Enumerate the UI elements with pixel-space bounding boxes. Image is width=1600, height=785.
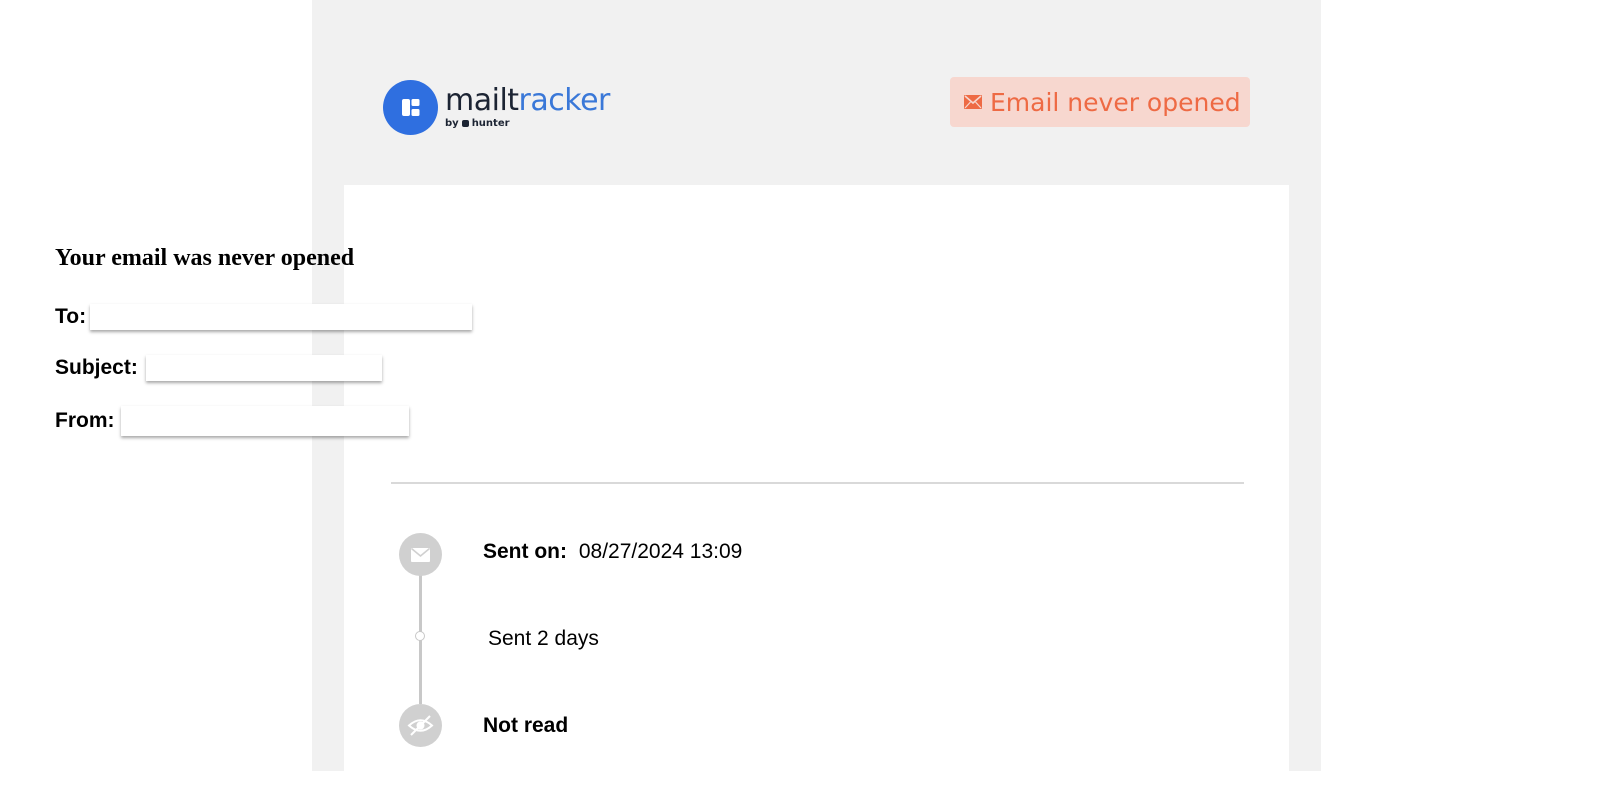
logo-by-label: by [445, 118, 459, 129]
logo-name-part2: racker [518, 83, 611, 118]
from-value-redacted [120, 406, 409, 436]
from-field: From: [55, 406, 409, 436]
report-card [344, 185, 1289, 785]
logo-name-part1: mailt [445, 83, 519, 118]
logo-company: hunter [471, 118, 510, 129]
status-badge-label: Email never opened [990, 87, 1241, 117]
sent-on-label: Sent on: [483, 540, 567, 563]
section-divider [391, 482, 1244, 484]
subject-label: Subject: [55, 356, 138, 379]
subject-value-redacted [145, 355, 382, 381]
status-badge: Email never opened [950, 77, 1250, 127]
sent-elapsed-text: Sent 2 days [488, 627, 599, 650]
report-title: Your email was never opened [55, 245, 355, 271]
subject-field: Subject: [55, 355, 382, 381]
mailtracker-logo[interactable]: mailtracker by hunter [383, 79, 610, 135]
timeline-dot [415, 631, 425, 641]
to-field: To: [55, 304, 473, 330]
logo-name: mailtracker [445, 85, 610, 117]
sent-envelope-icon [399, 533, 442, 576]
envelope-icon [964, 95, 982, 109]
logo-byline: by hunter [445, 118, 610, 129]
sent-on-value: 08/27/2024 13:09 [578, 540, 743, 563]
to-value-redacted [90, 304, 473, 330]
read-status-text: Not read [483, 714, 569, 737]
eye-slash-icon [399, 704, 442, 747]
to-label: To: [55, 305, 87, 328]
mailtracker-logo-icon [383, 79, 438, 135]
from-label: From: [55, 409, 115, 432]
hunter-logo-icon [461, 120, 469, 127]
logo-wordmark: mailtracker by hunter [445, 85, 610, 130]
email-report-container: mailtracker by hunter Email never opened [312, 0, 1321, 785]
sent-on-row: Sent on: 08/27/2024 13:09 [483, 540, 742, 564]
